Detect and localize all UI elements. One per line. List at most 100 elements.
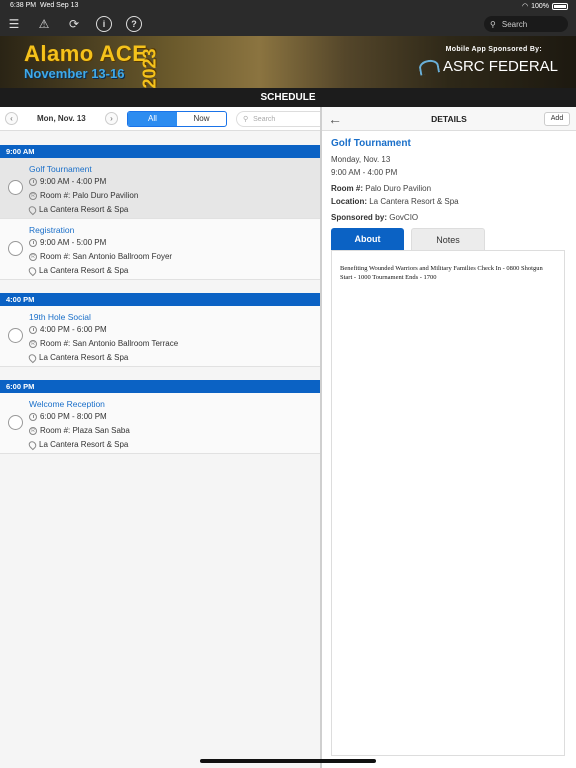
search-icon: ⚲ bbox=[243, 116, 249, 123]
event-time: 4:00 PM - 6:00 PM bbox=[40, 325, 107, 334]
next-day-button[interactable]: › bbox=[105, 112, 118, 125]
sponsor-logo-text: ASRC FEDERAL bbox=[442, 58, 558, 75]
about-content: Benefiting Wounded Warriors and Military… bbox=[331, 250, 565, 756]
wifi-icon: ◠ bbox=[521, 3, 529, 10]
battery-icon bbox=[552, 2, 568, 10]
schedule-search-placeholder: Search bbox=[253, 115, 276, 123]
clock-icon bbox=[29, 238, 37, 247]
event-location: La Cantera Resort & Spa bbox=[39, 266, 129, 275]
banner-title: Alamo ACE bbox=[24, 41, 148, 66]
detail-location-label: Location: bbox=[331, 197, 367, 206]
battery-percent: 100% bbox=[531, 2, 549, 10]
date-navigator: ‹ Mon, Nov. 13 › All Now ⚲ Search bbox=[0, 107, 320, 131]
location-pin-icon bbox=[27, 352, 38, 363]
event-time: 9:00 AM - 5:00 PM bbox=[40, 238, 107, 247]
detail-sponsor: Sponsored by: GovCIO bbox=[331, 213, 418, 222]
search-placeholder: Search bbox=[501, 19, 528, 29]
event-location: La Cantera Resort & Spa bbox=[39, 205, 129, 214]
sync-icon[interactable]: ⟳ bbox=[66, 16, 82, 32]
event-room-row: R Room #: Palo Duro Pavilion bbox=[29, 191, 138, 200]
status-clock: 6:38 PM bbox=[10, 2, 37, 9]
search-icon: ⚲ bbox=[490, 19, 496, 29]
filter-now-button[interactable]: Now bbox=[177, 112, 226, 126]
time-group-header: 6:00 PM bbox=[0, 380, 320, 393]
detail-room-value: Palo Duro Pavilion bbox=[365, 184, 432, 193]
event-title[interactable]: Golf Tournament bbox=[29, 164, 92, 174]
event-location: La Cantera Resort & Spa bbox=[39, 440, 129, 449]
event-room: Room #: San Antonio Ballroom Terrace bbox=[40, 339, 179, 348]
warning-icon[interactable]: ⚠ bbox=[36, 16, 52, 32]
filter-all-button[interactable]: All bbox=[128, 112, 177, 126]
event-location-row: La Cantera Resort & Spa bbox=[27, 204, 129, 215]
event-banner: Alamo ACE November 13-16 2023 Mobile App… bbox=[0, 36, 576, 88]
detail-location-value: La Cantera Resort & Spa bbox=[369, 197, 459, 206]
status-battery: ◠ 100% bbox=[522, 2, 568, 10]
detail-event-title: Golf Tournament bbox=[331, 138, 411, 149]
details-title: DETAILS bbox=[431, 114, 467, 124]
detail-room: Room #: Palo Duro Pavilion bbox=[331, 184, 431, 193]
event-row[interactable]: Registration 9:00 AM - 5:00 PM R Room #: … bbox=[0, 219, 320, 280]
location-pin-icon bbox=[27, 265, 38, 276]
detail-date: Monday, Nov. 13 bbox=[331, 155, 391, 164]
event-room-row: R Room #: San Antonio Ballroom Foyer bbox=[29, 252, 172, 261]
event-location-row: La Cantera Resort & Spa bbox=[27, 352, 128, 363]
help-icon[interactable]: ? bbox=[126, 16, 142, 32]
event-location-row: La Cantera Resort & Spa bbox=[27, 439, 129, 450]
event-row[interactable]: 19th Hole Social 4:00 PM - 6:00 PM R Room… bbox=[0, 306, 320, 367]
swoosh-icon bbox=[417, 57, 441, 76]
event-time-row: 4:00 PM - 6:00 PM bbox=[29, 325, 107, 334]
detail-sponsor-label: Sponsored by: bbox=[331, 213, 388, 222]
home-indicator[interactable] bbox=[200, 759, 376, 763]
menu-icon[interactable]: ☰ bbox=[6, 16, 22, 32]
global-search[interactable]: ⚲ Search bbox=[484, 16, 568, 32]
detail-room-label: Room #: bbox=[331, 184, 363, 193]
tab-notes[interactable]: Notes bbox=[411, 228, 485, 250]
event-time: 6:00 PM - 8:00 PM bbox=[40, 412, 107, 421]
current-date: Mon, Nov. 13 bbox=[37, 114, 86, 123]
event-room: Room #: Plaza San Saba bbox=[40, 426, 130, 435]
event-title[interactable]: Welcome Reception bbox=[29, 399, 105, 409]
schedule-search-input[interactable]: ⚲ Search bbox=[236, 111, 320, 127]
location-pin-icon bbox=[27, 439, 38, 450]
event-select-radio[interactable] bbox=[8, 328, 23, 343]
banner-dates: November 13-16 bbox=[24, 66, 125, 81]
event-row[interactable]: Golf Tournament 9:00 AM - 4:00 PM R Room … bbox=[0, 158, 320, 219]
tab-about[interactable]: About bbox=[331, 228, 404, 250]
banner-year: 2023 bbox=[139, 48, 160, 88]
details-panel: ← DETAILS Add Golf Tournament Monday, No… bbox=[322, 107, 576, 768]
detail-time: 9:00 AM - 4:00 PM bbox=[331, 168, 398, 177]
schedule-list-panel: ‹ Mon, Nov. 13 › All Now ⚲ Search 9:00 A… bbox=[0, 107, 320, 768]
room-icon: R bbox=[29, 339, 37, 348]
detail-location: Location: La Cantera Resort & Spa bbox=[331, 197, 459, 206]
clock-icon bbox=[29, 412, 37, 421]
room-icon: R bbox=[29, 252, 37, 261]
event-select-radio[interactable] bbox=[8, 415, 23, 430]
time-group-header: 9:00 AM bbox=[0, 145, 320, 158]
event-title[interactable]: Registration bbox=[29, 225, 74, 235]
event-title[interactable]: 19th Hole Social bbox=[29, 312, 91, 322]
prev-day-button[interactable]: ‹ bbox=[5, 112, 18, 125]
clock-icon bbox=[29, 325, 37, 334]
app-toolbar: ☰ ⚠ ⟳ i ? ⚲ Search bbox=[0, 12, 576, 36]
event-time: 9:00 AM - 4:00 PM bbox=[40, 177, 107, 186]
event-location-row: La Cantera Resort & Spa bbox=[27, 265, 129, 276]
status-time: 6:38 PM Wed Sep 13 bbox=[10, 2, 78, 9]
info-icon[interactable]: i bbox=[96, 16, 112, 32]
filter-segment: All Now bbox=[127, 111, 227, 127]
event-select-radio[interactable] bbox=[8, 180, 23, 195]
time-group-header: 4:00 PM bbox=[0, 293, 320, 306]
event-time-row: 9:00 AM - 5:00 PM bbox=[29, 238, 106, 247]
clock-icon bbox=[29, 177, 37, 186]
event-time-row: 9:00 AM - 4:00 PM bbox=[29, 177, 106, 186]
event-room: Room #: Palo Duro Pavilion bbox=[40, 191, 139, 200]
event-row[interactable]: Welcome Reception 6:00 PM - 8:00 PM R Roo… bbox=[0, 393, 320, 454]
add-button[interactable]: Add bbox=[544, 112, 570, 126]
event-room-row: R Room #: Plaza San Saba bbox=[29, 426, 130, 435]
status-bar: 6:38 PM Wed Sep 13 ◠ 100% bbox=[0, 0, 576, 12]
event-select-radio[interactable] bbox=[8, 241, 23, 256]
event-room: Room #: San Antonio Ballroom Foyer bbox=[40, 252, 173, 261]
room-icon: R bbox=[29, 191, 37, 200]
schedule-title: SCHEDULE bbox=[0, 88, 576, 107]
location-pin-icon bbox=[27, 204, 38, 215]
banner-sponsor-text: Mobile App Sponsored By: bbox=[445, 46, 542, 53]
